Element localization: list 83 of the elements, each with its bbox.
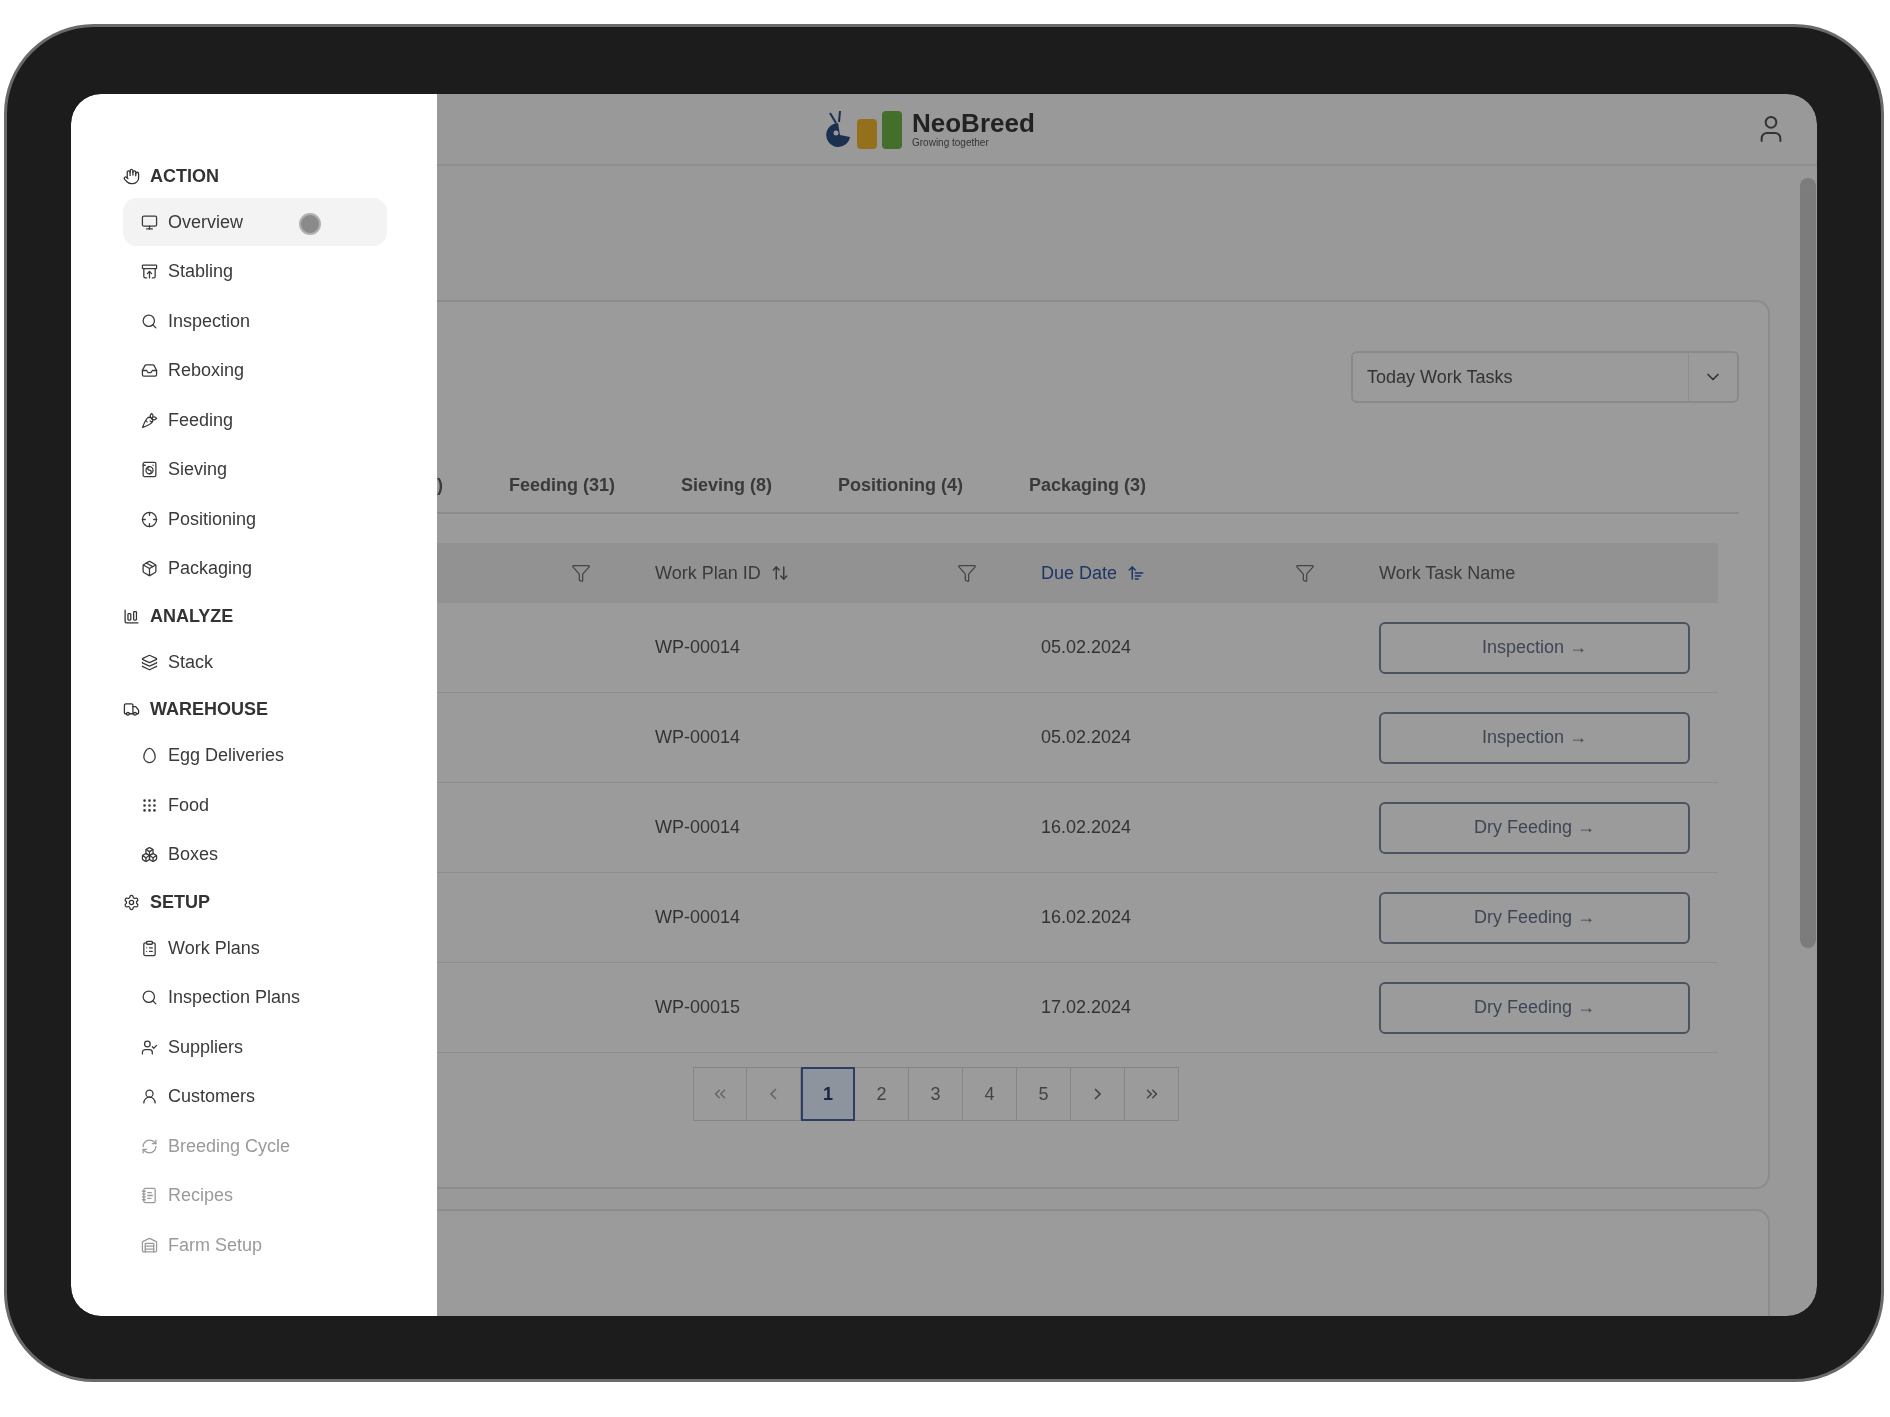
notebook-icon [141,1187,158,1204]
task-button[interactable]: Inspection → [1379,621,1690,674]
settings-icon [123,893,140,911]
table-cell-text: WP-00015 [655,996,741,1019]
inbox-icon [141,362,158,379]
sidebar-item[interactable]: Suppliers [123,1023,387,1071]
sidebar-item[interactable]: Boxes [123,830,387,879]
dots-icon [141,796,158,814]
sidebar-item[interactable]: Work Plans [123,924,387,972]
user-icon [141,1088,158,1105]
tab[interactable]: Sieving (8) [658,458,796,512]
filter-icon[interactable] [957,563,977,583]
table-cell-text: 17.02.2024 [1041,996,1132,1019]
page-button[interactable]: 3 [909,1067,963,1121]
table-cell-text: 16.02.2024 [1041,816,1132,839]
task-filter-dropdown[interactable]: Today Work Tasks [1351,351,1739,403]
clipboard-icon [141,939,158,957]
magnifier-icon [141,312,158,330]
column-header[interactable]: Work Plan ID [655,559,761,587]
table-cell-text: 05.02.2024 [1041,636,1132,659]
sidebar-item[interactable]: Sieving [123,445,387,494]
sidebar-item[interactable]: Inspection [123,297,387,345]
filter-icon[interactable] [571,563,591,583]
sidebar-item[interactable]: Packaging [123,544,387,593]
brand-tagline: Growing together [912,138,990,148]
page-button[interactable]: 5 [1017,1067,1071,1121]
sidebar-item[interactable]: Egg Deliveries [123,731,387,780]
tab[interactable]: Feeding (31) [486,458,638,512]
carrot-icon [141,411,158,429]
page-button[interactable]: 4 [963,1067,1017,1121]
sidebar-item[interactable]: Stabling [123,247,387,296]
column-header[interactable]: Due Date [1041,559,1118,587]
touch-indicator [299,213,321,235]
task-button[interactable]: Dry Feeding → [1379,891,1690,944]
task-button[interactable]: Dry Feeding → [1379,801,1690,854]
hand-icon [123,167,140,185]
archive-icon [141,263,158,280]
tab[interactable]: Packaging (3) [1006,458,1170,512]
section-heading: WAREHOUSE [150,698,268,721]
tab[interactable]: ) [437,458,466,512]
sidebar-item[interactable]: Reboxing [123,346,387,395]
sort-icon[interactable] [770,564,789,582]
crosshair-icon [141,510,158,528]
task-button[interactable]: Inspection → [1379,711,1690,764]
search-icon [141,989,158,1006]
washing-machine-icon [141,461,158,478]
page-button[interactable]: 2 [855,1067,909,1121]
sidebar-item[interactable]: Feeding [123,396,387,444]
egg-icon [141,747,158,764]
task-button[interactable]: Dry Feeding → [1379,981,1690,1034]
section-heading: ANALYZE [150,604,234,628]
section-heading: ACTION [150,164,219,188]
sidebar-item[interactable]: Overview [123,198,387,246]
table-cell-text: WP-00014 [655,636,741,659]
brand-name: NeoBreed [912,110,1035,136]
refresh-icon [141,1137,158,1155]
warehouse-icon [141,1236,158,1254]
table-cell-text: WP-00014 [655,726,741,749]
sidebar-item[interactable]: Food [123,781,387,829]
column-header[interactable]: Work Task Name [1379,559,1516,587]
chevron-right-icon [1094,1088,1101,1100]
page-button[interactable]: 1 [801,1067,855,1121]
layers-icon [141,653,158,671]
chevron-left-icon [770,1088,777,1100]
package-icon [141,560,158,577]
table-cell-text: WP-00014 [655,816,741,839]
filter-icon[interactable] [1295,563,1315,583]
boxes-icon [141,846,158,863]
chart-icon [123,607,140,625]
sidebar-item[interactable]: Customers [123,1072,387,1121]
tab[interactable]: Positioning (4) [815,458,987,512]
table-cell-text: 05.02.2024 [1041,726,1132,749]
sidebar-item[interactable]: Stack [123,638,387,686]
sidebar-item[interactable]: Inspection Plans [123,973,387,1022]
monitor-icon [141,213,158,231]
table-cell-text: 16.02.2024 [1041,906,1132,929]
sort-ascending-icon[interactable] [1127,564,1146,582]
section-heading: SETUP [150,890,210,914]
scrollbar-thumb[interactable] [1800,178,1816,948]
user-check-icon [141,1038,158,1056]
sidebar-item[interactable]: Positioning [123,495,387,543]
table-cell-text: WP-00014 [655,906,741,929]
truck-icon [123,701,140,718]
